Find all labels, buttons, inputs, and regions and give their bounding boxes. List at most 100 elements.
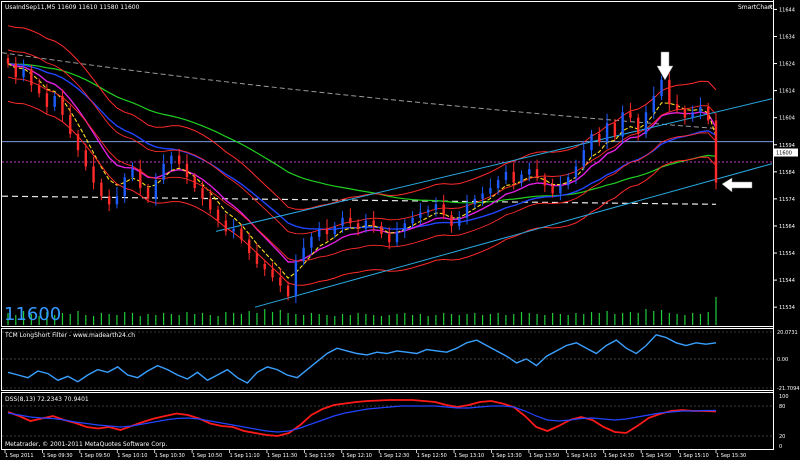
candle-body [185,163,189,178]
y-tick-label: 11604 [779,116,795,122]
candle-body [364,220,368,229]
y-tick-label: 11634 [779,34,795,40]
candle-body [528,169,531,175]
indicator2-tick-label: 0 [779,444,782,450]
candle-body [629,112,632,118]
candle-body [193,177,196,189]
candle-body [450,215,453,226]
candle-body [279,277,282,286]
channel-upper-line [215,98,773,232]
candle-body [271,269,274,278]
x-tick-label: 1 Sep 14:30 [604,453,634,459]
candle-body [395,231,399,243]
candle-body [707,106,710,121]
x-tick-label: 1 Sep 09:30 [42,453,72,459]
candle-body [699,106,702,113]
candle-body [61,96,64,115]
y-tick-label: 11584 [779,170,795,176]
candle-body [489,188,492,194]
candle-body [566,177,570,186]
candle-body [636,117,640,134]
x-tick-label: 1 Sep 13:10 [454,453,484,459]
candle-body [559,185,562,194]
indicator2-tick-label: 20 [779,434,785,440]
indicator2-tick-label: 100 [779,394,789,400]
candle-body [333,225,336,235]
candle-body [263,263,266,270]
current-price-label: 11600 [776,151,792,157]
chart-title: UsaIndSep11,M5 11609 11610 11580 11600 [5,4,140,11]
candle-body [84,150,88,167]
candle-body [14,63,17,78]
x-tick-label: 1 Sep 10:50 [192,453,222,459]
candle-body [341,217,344,226]
x-tick-label: 1 Sep 14:10 [566,453,596,459]
candle-body [286,285,290,297]
candle-body [458,217,461,226]
candle-body [115,196,119,205]
main-panel-border [1,1,774,327]
candle-body [131,169,134,178]
candle-body [411,217,414,224]
candle-body [512,171,515,183]
candle-body [154,179,158,199]
candle-body [668,79,671,105]
candle-body [325,228,329,235]
x-tick-label: 1 Sep 2011 [5,453,34,459]
x-tick-label: 1 Sep 13:50 [529,453,559,459]
y-tick-label: 11544 [779,278,795,284]
y-tick-label: 11644 [779,7,795,13]
dss-panel [2,399,773,437]
candle-body [660,79,663,97]
y-tick-label: 11614 [779,89,795,95]
candle-body [310,236,313,248]
y-tick-label: 11574 [779,197,795,203]
x-tick-label: 1 Sep 15:10 [679,453,709,459]
y-tick-label: 11624 [779,62,795,68]
candle-body [53,96,56,107]
candle-body [520,174,523,183]
indicator1-title: TCM LongShort Filter - www.madearth24.ch [4,332,135,339]
candle-body [76,133,80,151]
candle-body [473,198,477,205]
candle-body [372,220,375,226]
candle-body [6,58,10,64]
candle-body [426,209,430,213]
candle-body [590,133,593,151]
candle-body [45,93,49,107]
candle-body [543,177,547,186]
candle-body [419,212,422,218]
candle-body [465,204,469,218]
candle-body [22,68,25,78]
candle-body [107,196,111,205]
copyright-text: Metatrader, © 2001-2011 MetaQuotes Softw… [5,441,167,448]
green-ma-line [7,63,717,204]
left-arrow-icon [721,177,753,193]
x-tick-label: 1 Sep 10:30 [155,453,185,459]
candle-body [535,169,539,178]
candle-body [318,228,321,237]
candle-body [598,133,601,143]
x-tick-label: 1 Sep 11:30 [267,453,297,459]
x-tick-label: 1 Sep 11:50 [304,453,334,459]
big-price-label: 11600 [4,304,61,325]
candle-body [139,169,142,189]
candle-body [504,171,508,180]
x-tick-label: 1 Sep 12:10 [342,453,372,459]
main-price-panel [1,25,773,325]
upper-band-line [7,25,717,210]
candle-body [434,204,438,210]
candle-body [30,68,33,86]
y-tick-label: 11594 [779,143,795,149]
indicator1-tick-label: 20.0731 [777,330,798,336]
magenta-ma-line [7,62,717,263]
indicator1-tick-label: -21.7094 [777,386,799,392]
close-icon[interactable]: × [768,4,773,11]
x-tick-label: 1 Sep 12:50 [417,453,447,459]
candle-body [644,112,648,134]
indicator2-title: DSS(8,13) 72.2343 70.9401 [5,396,89,403]
axes: 11644 11634 11624 11614 11604 11594 11584 11574… [4,7,799,459]
x-tick-label: 1 Sep 15:30 [716,453,746,459]
candle-body [356,223,360,229]
candle-body [224,220,228,232]
